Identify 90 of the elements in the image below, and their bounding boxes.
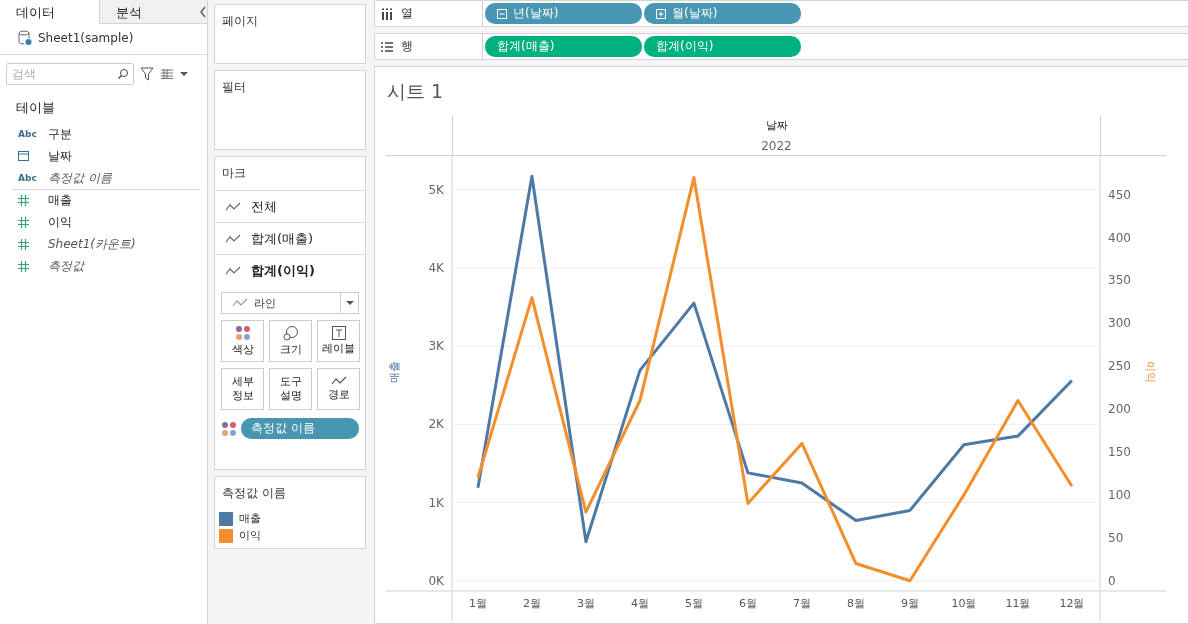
field-item[interactable]: Sheet1(카운트): [48, 235, 136, 253]
mark-property-button[interactable]: 도구 설명: [269, 368, 312, 410]
database-icon: [18, 30, 32, 46]
expand-icon[interactable]: [656, 8, 666, 19]
sidebar-tab[interactable]: 분석: [99, 0, 199, 24]
line-mark-icon: [232, 298, 248, 308]
x-tick-label: 10월: [951, 597, 977, 610]
header-field-label: 날짜: [765, 118, 788, 133]
field-item[interactable]: 날짜: [48, 147, 72, 165]
y2-tick-label: 300: [1108, 316, 1131, 331]
mark-type-label: 라인: [254, 295, 276, 311]
field-item[interactable]: 측정값: [48, 257, 84, 275]
field-item[interactable]: 매출: [48, 192, 72, 209]
y2-tick-label: 400: [1108, 230, 1131, 245]
list-view-icon[interactable]: [160, 69, 174, 79]
x-tick-label: 3월: [576, 597, 595, 610]
field-item[interactable]: 측정값 이름: [48, 169, 112, 187]
y2-tick-label: 150: [1108, 445, 1131, 459]
caret-icon[interactable]: [180, 71, 188, 77]
x-tick-label: 1월: [468, 597, 487, 610]
search-field[interactable]: 검색: [6, 63, 134, 85]
x-tick-label: 8월: [846, 597, 865, 610]
card-title: 페이지: [221, 13, 259, 30]
y2-tick-label: 200: [1108, 402, 1131, 417]
y2-tick-label: 50: [1108, 530, 1124, 545]
color-dots-icon: [234, 324, 251, 341]
field-item[interactable]: 이익: [48, 213, 72, 231]
mark-property-button[interactable]: 레이블: [317, 320, 360, 362]
x-tick-label: 7월: [792, 597, 811, 610]
header-year-label: 2022: [761, 139, 792, 153]
color-dots-icon: [221, 420, 237, 437]
marks-layer[interactable]: 합계(이익): [251, 261, 315, 280]
collapse-icon[interactable]: [497, 8, 507, 19]
shelf-label: 열: [401, 5, 413, 22]
size-circles-icon: [282, 324, 299, 341]
line-mark-icon: [225, 201, 241, 212]
hash-icon: [18, 216, 29, 228]
y-tick-label: 0K: [428, 573, 444, 588]
mark-property-button[interactable]: 크기: [269, 320, 312, 362]
collapse-chevron-icon[interactable]: [199, 5, 207, 18]
y2-tick-label: 250: [1108, 359, 1131, 374]
shelf-label: 행: [401, 38, 413, 55]
x-tick-label: 12월: [1059, 597, 1085, 610]
legend-label[interactable]: 매출: [239, 511, 261, 526]
text-t-icon: [331, 325, 346, 340]
line-mark-icon: [225, 265, 241, 276]
columns-icon: [381, 7, 393, 20]
x-tick-label: 11월: [1005, 597, 1031, 610]
card-title: 측정값 이름: [221, 485, 287, 502]
y-tick-label: 1K: [428, 495, 444, 510]
mark-property-button[interactable]: 색상: [221, 320, 264, 362]
y-tick-label: 4K: [428, 260, 444, 275]
y2-tick-label: 100: [1108, 487, 1131, 502]
x-tick-label: 6월: [738, 597, 757, 610]
legend-label[interactable]: 이익: [239, 528, 261, 543]
y2-axis-title: 이익: [1144, 361, 1157, 383]
y2-tick-label: 0: [1108, 573, 1116, 588]
line-mark-icon: [225, 233, 241, 244]
hash-icon: [18, 238, 29, 250]
y-tick-label: 2K: [428, 417, 444, 432]
y-axis-title: 매출: [388, 361, 401, 383]
filter-icon[interactable]: [140, 67, 154, 81]
y-tick-label: 3K: [428, 339, 444, 354]
card-title: 마크: [221, 165, 247, 182]
sheet-title: 시트 1: [386, 79, 445, 104]
section-title: 테이블: [15, 99, 56, 117]
y-tick-label: 5K: [428, 182, 444, 197]
datasource-name[interactable]: Sheet1(sample): [38, 31, 134, 45]
card-title: 필터: [221, 79, 247, 96]
mark-property-button[interactable]: 경로: [317, 368, 360, 410]
y2-tick-label: 450: [1108, 187, 1131, 202]
data-type-label: Abc: [18, 129, 38, 139]
x-tick-label: 5월: [684, 597, 703, 610]
mark-type-dropdown[interactable]: 라인: [221, 292, 359, 314]
marks-layer[interactable]: 합계(매출): [251, 229, 314, 248]
hash-icon: [18, 195, 29, 206]
y2-tick-label: 350: [1108, 273, 1131, 288]
caret-icon: [345, 300, 354, 306]
hash-icon: [18, 260, 29, 272]
line-mark-icon: [330, 375, 347, 386]
x-tick-label: 4월: [630, 597, 649, 610]
x-tick-label: 9월: [900, 597, 919, 610]
mark-property-button[interactable]: 세부 정보: [221, 368, 264, 410]
x-tick-label: 2월: [522, 597, 541, 610]
data-type-label: Abc: [18, 173, 38, 183]
rows-icon: [381, 41, 393, 52]
marks-layer[interactable]: 전체: [251, 197, 277, 216]
field-item[interactable]: 구분: [48, 125, 72, 143]
calendar-icon: [18, 151, 29, 161]
search-icon: [117, 68, 129, 80]
